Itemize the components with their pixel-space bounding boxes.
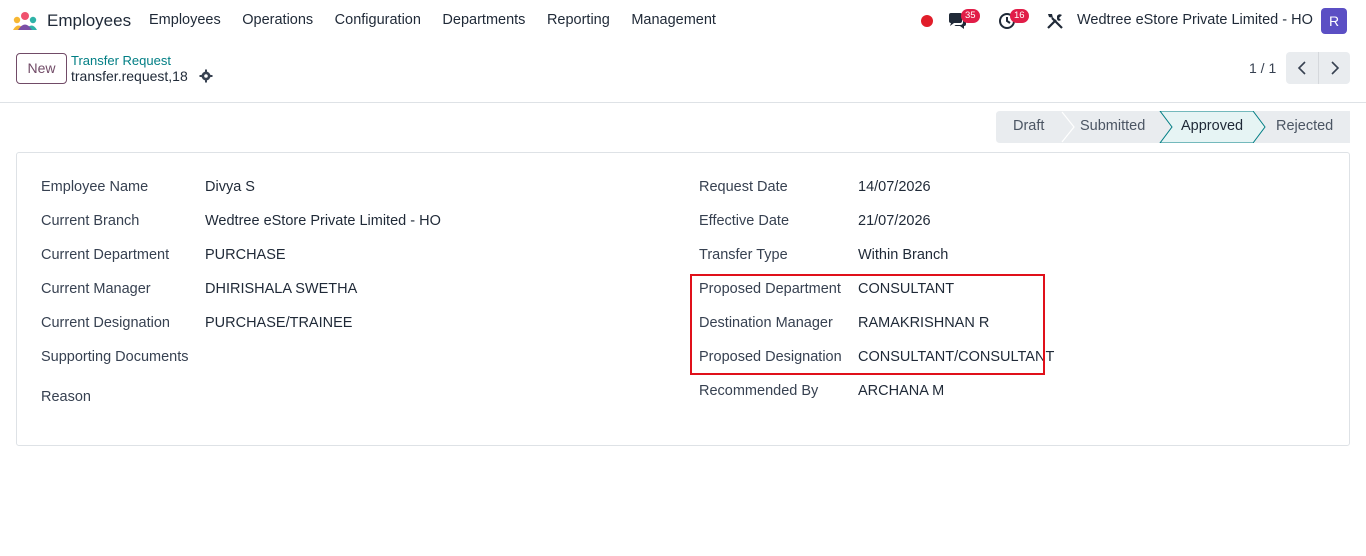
chat-count-badge: 35 [961,9,980,23]
top-navbar: Employees Employees Operations Configura… [0,0,1366,42]
new-button[interactable]: New [16,53,67,84]
menu-item-reporting[interactable]: Reporting [547,12,610,28]
field-current-manager[interactable]: DHIRISHALA SWETHA [205,281,357,297]
stage-draft[interactable]: Draft [1013,118,1044,134]
highlight-annotation-box [690,274,1045,375]
label-supporting-documents: Supporting Documents [41,349,189,365]
menu-item-management[interactable]: Management [631,12,716,28]
tools-icon[interactable] [1046,12,1064,30]
control-panel-divider [0,102,1366,103]
label-recommended-by: Recommended By [699,383,819,399]
activity-count-badge: 16 [1010,9,1029,23]
stage-approved[interactable]: Approved [1181,118,1243,134]
user-avatar[interactable]: R [1321,8,1347,34]
breadcrumb-record: transfer.request,18 [71,68,188,84]
field-recommended-by[interactable]: ARCHANA M [858,383,944,399]
label-effective-date: Effective Date [699,213,790,229]
chevron-right-icon [1331,61,1340,75]
app-name[interactable]: Employees [47,11,131,31]
label-employee-name: Employee Name [41,179,149,195]
label-current-department: Current Department [41,247,170,263]
breadcrumb-parent[interactable]: Transfer Request [71,53,171,68]
status-dot[interactable] [921,15,933,27]
pager-previous-button[interactable] [1286,52,1318,84]
stage-rejected[interactable]: Rejected [1276,118,1333,134]
chevron-left-icon [1297,61,1306,75]
field-transfer-type[interactable]: Within Branch [858,247,948,263]
menu-item-configuration[interactable]: Configuration [335,12,421,28]
field-current-branch[interactable]: Wedtree eStore Private Limited - HO [205,213,441,229]
label-reason: Reason [41,389,91,405]
label-current-manager: Current Manager [41,281,151,297]
label-current-branch: Current Branch [41,213,140,229]
gear-icon[interactable] [199,69,213,83]
field-request-date[interactable]: 14/07/2026 [858,179,931,195]
stage-submitted[interactable]: Submitted [1080,118,1145,134]
field-current-department[interactable]: PURCHASE [205,247,286,263]
field-effective-date[interactable]: 21/07/2026 [858,213,931,229]
field-employee-name[interactable]: Divya S [205,179,255,195]
menu-item-operations[interactable]: Operations [242,12,313,28]
form-sheet [16,152,1350,446]
pager-next-button[interactable] [1318,52,1350,84]
company-switcher[interactable]: Wedtree eStore Private Limited - HO [1077,12,1313,28]
app-logo-icon[interactable] [12,11,38,31]
main-menu: Employees Operations Configuration Depar… [149,12,737,28]
label-request-date: Request Date [699,179,788,195]
label-current-designation: Current Designation [41,315,170,331]
status-bar: Draft Submitted Approved Rejected [996,111,1350,143]
field-current-designation[interactable]: PURCHASE/TRAINEE [205,315,352,331]
pager-value[interactable]: 1 / 1 [1249,60,1276,76]
label-transfer-type: Transfer Type [699,247,788,263]
menu-item-departments[interactable]: Departments [442,12,525,28]
menu-item-employees[interactable]: Employees [149,12,221,28]
